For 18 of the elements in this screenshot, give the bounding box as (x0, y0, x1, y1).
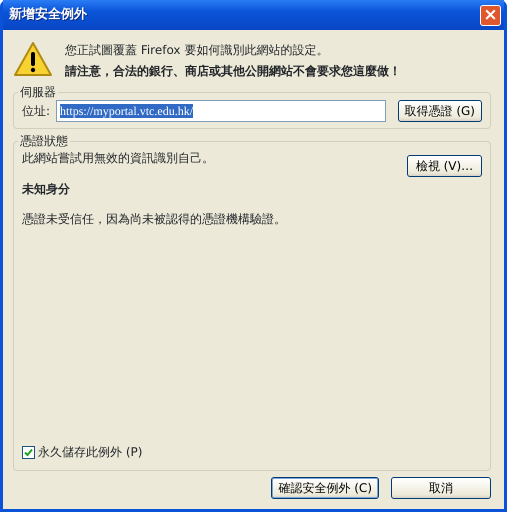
close-button[interactable]: × (480, 4, 501, 26)
group-label: 憑證狀態 (19, 135, 69, 147)
status-heading: 未知身分 (22, 181, 71, 198)
status-message: 此網站嘗試用無效的資訊識別自己。 (22, 150, 214, 167)
checkbox[interactable] (22, 446, 35, 458)
checkbox-label: 永久儲存此例外 (P) (38, 444, 142, 461)
window-title: 新增安全例外 (9, 6, 87, 24)
address-field[interactable]: https://myportal.vtc.edu.hk/ (56, 100, 386, 122)
confirm-button[interactable]: 確認安全例外 (C) (271, 477, 379, 499)
cancel-button[interactable]: 取消 (391, 477, 491, 499)
get-certificate-button[interactable]: 取得憑證 (G) (398, 100, 482, 122)
status-detail: 憑證未受信任，因為尚未被認得的憑證機構驗證。 (22, 211, 287, 228)
warning-emphasis: 請注意，合法的銀行、商店或其他公開網站不會要求您這麼做！ (65, 63, 401, 80)
address-label: 位址: (22, 103, 50, 120)
group-label: 伺服器 (19, 86, 57, 98)
warning-icon (13, 41, 53, 77)
warning-text: 您正試圖覆蓋 Firefox 要如何識別此網站的設定。 (65, 42, 330, 59)
view-button[interactable]: 檢視 (V)… (407, 155, 482, 177)
